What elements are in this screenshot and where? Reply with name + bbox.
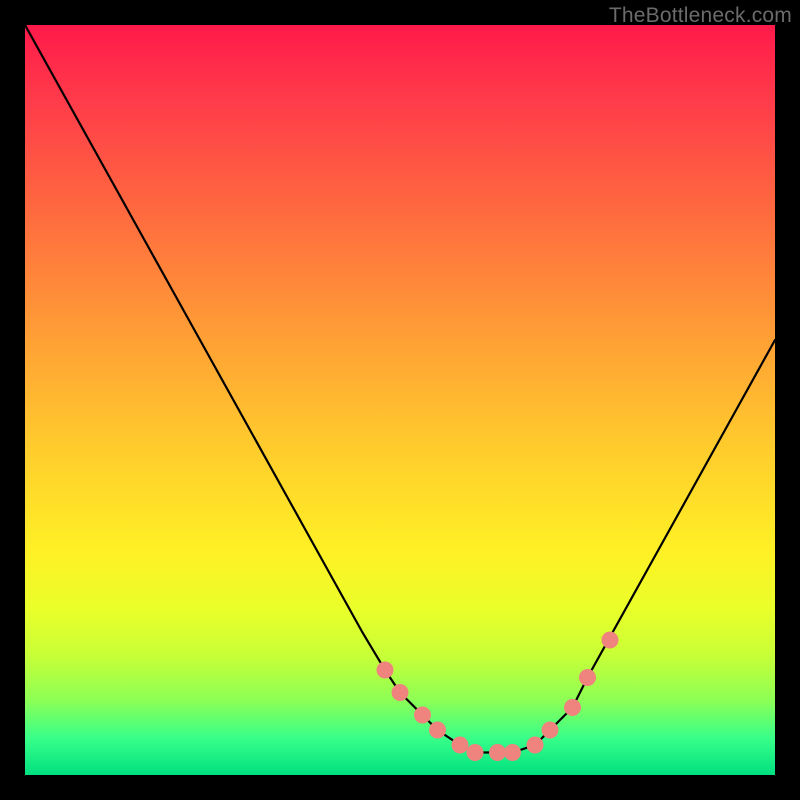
curve-marker	[452, 737, 469, 754]
curve-marker	[467, 744, 484, 761]
curve-marker	[429, 722, 446, 739]
curve-marker	[392, 684, 409, 701]
curve-marker	[377, 662, 394, 679]
curve-marker	[564, 699, 581, 716]
curve-marker	[527, 737, 544, 754]
chart-plot	[25, 25, 775, 775]
curve-marker	[602, 632, 619, 649]
curve-marker	[414, 707, 431, 724]
curve-markers	[377, 632, 619, 762]
watermark-text: TheBottleneck.com	[609, 4, 792, 28]
curve-marker	[504, 744, 521, 761]
curve-marker	[579, 669, 596, 686]
curve-marker	[489, 744, 506, 761]
chart-frame	[25, 25, 775, 775]
bottleneck-curve	[25, 25, 775, 753]
curve-marker	[542, 722, 559, 739]
